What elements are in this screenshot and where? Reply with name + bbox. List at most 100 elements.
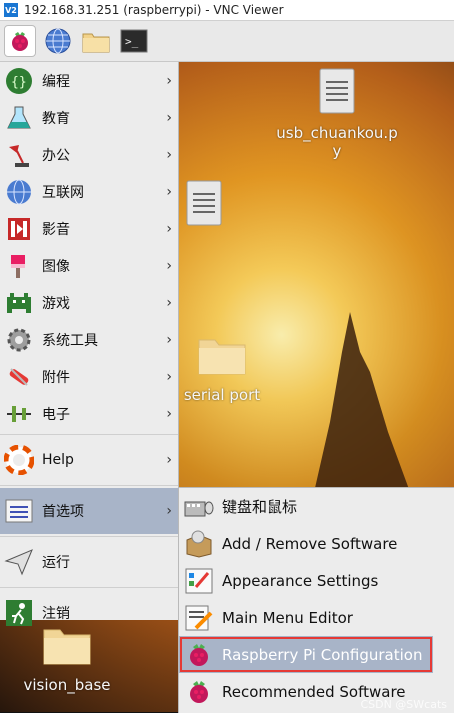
education-icon (4, 103, 34, 133)
menu-item-help[interactable]: Help › (0, 437, 178, 483)
menu-item-system-tools[interactable]: 系统工具 › (0, 321, 178, 358)
folder-icon (82, 33, 110, 53)
raspberry-menu-button[interactable] (4, 25, 36, 57)
programming-icon: {} (4, 66, 34, 96)
chevron-right-icon: › (166, 368, 172, 385)
menu-item-accessories[interactable]: 附件 › (0, 358, 178, 395)
taskbar: >_ (0, 21, 454, 62)
window-title-bar: V2 192.168.31.251 (raspberrypi) - VNC Vi… (0, 0, 454, 21)
desktop-icon-text-file[interactable] (184, 180, 224, 236)
graphics-icon (4, 251, 34, 281)
accessories-icon (4, 362, 34, 392)
menu-item-programming[interactable]: {} 编程 › (0, 62, 178, 99)
menu-item-label: 首选项 (42, 504, 84, 520)
text-file-icon (319, 68, 355, 114)
desktop-icon-usb-chuankou[interactable]: usb_chuankou.p y (272, 68, 402, 160)
chevron-right-icon: › (166, 257, 172, 274)
appearance-settings-icon (184, 566, 214, 596)
chevron-right-icon: › (166, 405, 172, 422)
office-icon (4, 140, 34, 170)
raspberry-icon (184, 640, 214, 670)
menu-item-sound-video[interactable]: 影音 › (0, 210, 178, 247)
desktop-icon-serial-port[interactable]: serial port (182, 336, 262, 404)
menu-item-logout[interactable]: 注销 (0, 590, 178, 636)
watermark: CSDN @SWcats (360, 698, 447, 711)
keyboard-mouse-icon (184, 492, 214, 522)
submenu-item-appearance-settings[interactable]: Appearance Settings (179, 562, 454, 599)
menu-item-education[interactable]: 教育 › (0, 99, 178, 136)
chevron-right-icon: › (166, 331, 172, 348)
chevron-right-icon: › (166, 452, 172, 468)
submenu-item-raspberry-pi-configuration[interactable]: Raspberry Pi Configuration (179, 636, 433, 673)
menu-separator (0, 485, 178, 486)
terminal-icon: >_ (120, 29, 148, 53)
file-manager-button[interactable] (80, 25, 112, 57)
menu-item-label: 电子 (42, 406, 70, 423)
chevron-right-icon: › (166, 294, 172, 311)
menu-item-label: 教育 (42, 110, 70, 127)
menu-item-preferences[interactable]: 首选项 › (0, 488, 178, 534)
menu-editor-icon (184, 603, 214, 633)
browser-button[interactable] (42, 25, 74, 57)
desktop-icon-label: serial port (183, 386, 261, 404)
chevron-right-icon: › (166, 109, 172, 126)
submenu-item-label: 键盘和鼠标 (222, 498, 298, 516)
games-icon (4, 288, 34, 318)
internet-icon (4, 177, 34, 207)
menu-item-office[interactable]: 办公 › (0, 136, 178, 173)
sound-video-icon (4, 214, 34, 244)
menu-item-label: 办公 (42, 147, 70, 164)
system-tools-icon (4, 325, 34, 355)
menu-item-electronics[interactable]: 电子 › (0, 395, 178, 432)
globe-icon (45, 28, 71, 54)
menu-separator (0, 434, 178, 435)
submenu-item-add-remove-software[interactable]: Add / Remove Software (179, 525, 454, 562)
menu-item-label: 游戏 (42, 295, 70, 312)
terminal-button[interactable]: >_ (118, 25, 150, 57)
svg-text:{}: {} (11, 75, 27, 90)
chevron-right-icon: › (166, 503, 172, 519)
raspberry-icon (12, 32, 28, 51)
submenu-item-keyboard-mouse[interactable]: 键盘和鼠标 (179, 488, 454, 525)
menu-item-label: 系统工具 (42, 332, 98, 349)
run-icon (4, 547, 34, 577)
menu-item-run[interactable]: 运行 (0, 539, 178, 585)
menu-item-label: 图像 (42, 258, 70, 275)
submenu-item-main-menu-editor[interactable]: Main Menu Editor (179, 599, 454, 636)
menu-item-label: 编程 (42, 73, 70, 90)
menu-separator (0, 536, 178, 537)
menu-item-label: 影音 (42, 221, 70, 238)
menu-item-label: 互联网 (42, 184, 84, 201)
desktop-icon-label: usb_chuankou.p y (276, 124, 398, 160)
help-icon (4, 445, 34, 475)
raspberry-icon (184, 677, 214, 707)
svg-text:>_: >_ (125, 35, 139, 48)
vnc-logo-icon: V2 (4, 3, 18, 17)
preferences-submenu: 键盘和鼠标 Add / Remove Software Appearance S… (178, 487, 454, 713)
submenu-item-label: Appearance Settings (222, 571, 379, 590)
desktop-icon-label: vision_base (23, 676, 111, 694)
desktop-icon-vision-base[interactable]: vision_base (22, 626, 112, 694)
menu-item-label: 注销 (42, 606, 70, 622)
text-file-icon (186, 180, 222, 226)
submenu-item-label: Main Menu Editor (222, 608, 353, 627)
main-menu: {} 编程 › 教育 › 办公 › 互联网 › 影音 › 图像 › 游戏 › 系… (0, 62, 179, 626)
menu-item-internet[interactable]: 互联网 › (0, 173, 178, 210)
menu-item-label: Help (42, 452, 74, 468)
menu-item-label: 附件 (42, 369, 70, 386)
add-remove-software-icon (184, 529, 214, 559)
menu-item-games[interactable]: 游戏 › (0, 284, 178, 321)
submenu-item-label: Add / Remove Software (222, 534, 398, 553)
submenu-item-label: Raspberry Pi Configuration (222, 645, 423, 664)
menu-separator (0, 587, 178, 588)
chevron-right-icon: › (166, 146, 172, 163)
menu-item-graphics[interactable]: 图像 › (0, 247, 178, 284)
chevron-right-icon: › (166, 183, 172, 200)
menu-item-label: 运行 (42, 555, 70, 571)
preferences-icon (4, 496, 34, 526)
chevron-right-icon: › (166, 72, 172, 89)
window-title: 192.168.31.251 (raspberrypi) - VNC Viewe… (24, 3, 284, 17)
folder-icon (198, 339, 246, 375)
electronics-icon (4, 399, 34, 429)
logout-icon (4, 598, 34, 628)
